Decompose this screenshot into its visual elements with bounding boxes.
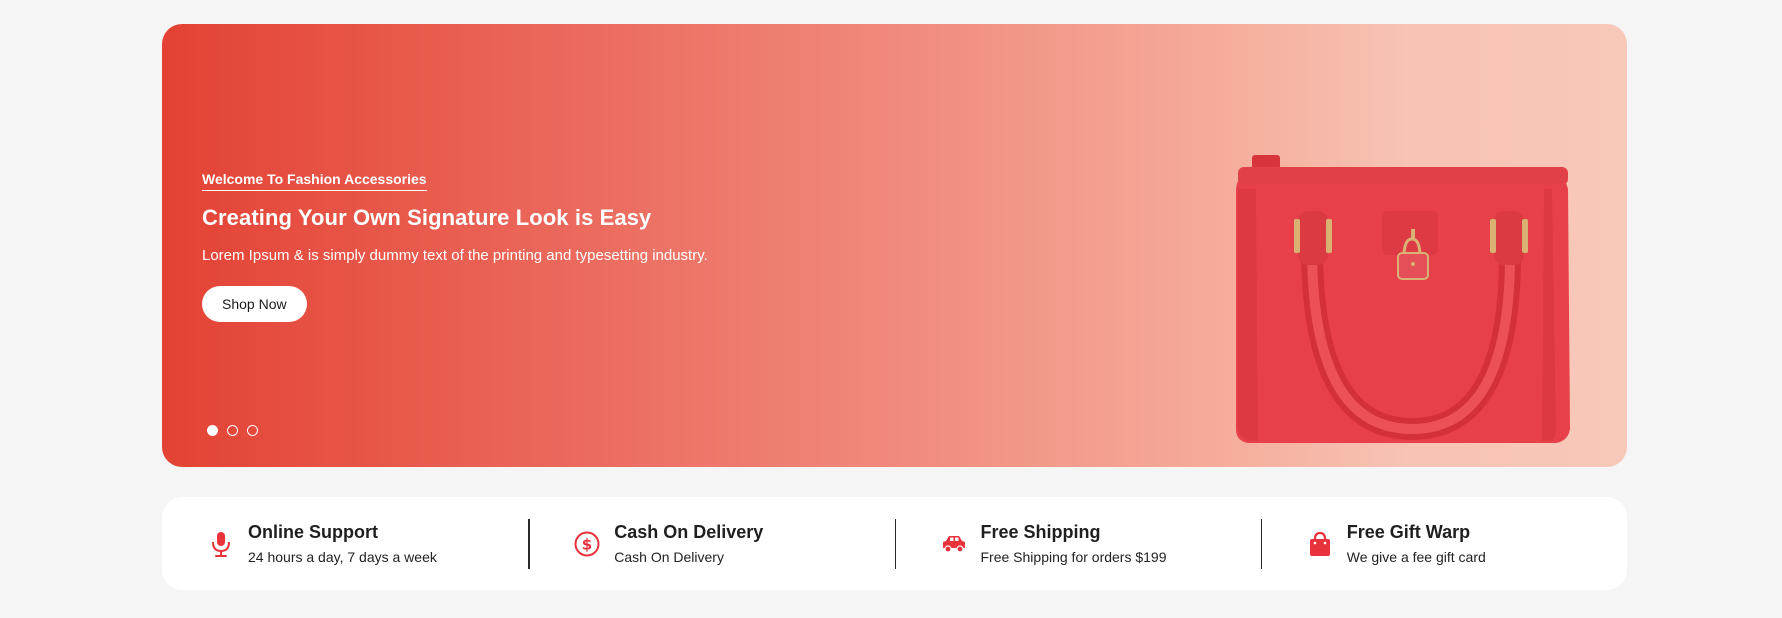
feature-cash-on-delivery: $ Cash On Delivery Cash On Delivery	[528, 497, 894, 590]
car-icon	[941, 531, 967, 557]
hero-banner: Welcome To Fashion Accessories Creating …	[162, 24, 1627, 467]
feature-online-support: Online Support 24 hours a day, 7 days a …	[162, 497, 528, 590]
red-handbag-image	[1236, 155, 1570, 443]
feature-title: Free Gift Warp	[1346, 522, 1471, 542]
slider-dots	[207, 425, 258, 436]
hero-kicker: Welcome To Fashion Accessories	[202, 171, 427, 191]
features-bar: Online Support 24 hours a day, 7 days a …	[162, 497, 1627, 590]
microphone-icon	[208, 531, 234, 557]
feature-subtitle: Free Shipping for orders $199	[980, 549, 1167, 565]
svg-text:$: $	[582, 535, 592, 553]
hero-content: Welcome To Fashion Accessories Creating …	[202, 171, 708, 322]
hero-description: Lorem Ipsum & is simply dummy text of th…	[202, 247, 708, 264]
slider-dot-2[interactable]	[227, 425, 238, 436]
feature-subtitle: 24 hours a day, 7 days a week	[248, 549, 437, 565]
shop-now-button[interactable]: Shop Now	[202, 286, 307, 322]
slider-dot-1[interactable]	[207, 425, 218, 436]
shopping-bag-icon	[1307, 531, 1333, 557]
feature-title: Online Support	[248, 522, 378, 542]
hero-product-image	[1172, 129, 1592, 459]
feature-free-gift-wrap: Free Gift Warp We give a fee gift card	[1260, 497, 1627, 590]
slider-dot-3[interactable]	[247, 425, 258, 436]
feature-free-shipping: Free Shipping Free Shipping for orders $…	[894, 497, 1261, 590]
feature-subtitle: We give a fee gift card	[1346, 549, 1486, 565]
dollar-circle-icon: $	[574, 531, 600, 557]
feature-title: Cash On Delivery	[614, 522, 764, 542]
feature-title: Free Shipping	[980, 522, 1101, 542]
feature-subtitle: Cash On Delivery	[614, 549, 724, 565]
hero-title: Creating Your Own Signature Look is Easy	[202, 205, 652, 230]
